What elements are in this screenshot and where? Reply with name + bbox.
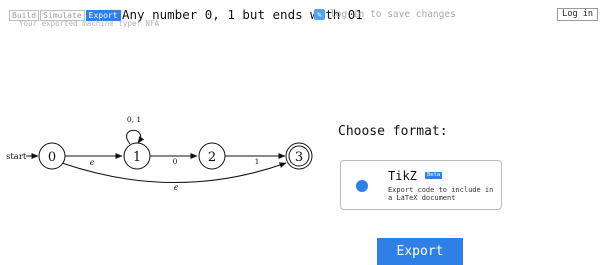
transition-0-3-label: ϵ <box>174 183 179 192</box>
beta-badge: Beta <box>425 172 443 179</box>
format-description: Export code to include in a LaTeX docume… <box>388 186 494 202</box>
transition-1-1-label: 0, 1 <box>127 115 141 124</box>
pencil-icon[interactable]: ✎ <box>314 9 325 20</box>
state-2: 2 <box>198 142 226 170</box>
state-2-label: 2 <box>208 150 216 165</box>
format-name: TikZ <box>388 169 417 183</box>
transition-1-2-label: 0 <box>173 157 178 166</box>
login-button[interactable]: Log in <box>557 8 598 21</box>
save-hint: log in to save changes <box>330 9 456 20</box>
automaton-diagram: start ϵ 0, 1 0 1 ϵ 0 1 2 3 <box>6 115 313 192</box>
state-1: 1 <box>123 142 151 170</box>
transition-1-1-loop <box>126 129 145 145</box>
state-1-label: 1 <box>133 150 141 165</box>
state-0: 0 <box>38 142 66 170</box>
transition-2-3-label: 1 <box>255 157 260 166</box>
state-0-label: 0 <box>48 150 56 165</box>
state-3-accepting: 3 <box>285 142 313 170</box>
radio-selected-icon[interactable] <box>356 180 368 192</box>
machine-type-subtitle: Your exported machine type: NFA <box>19 19 159 28</box>
choose-format-heading: Choose format: <box>338 124 448 139</box>
format-option-tikz[interactable]: TikZ Beta Export code to include in a La… <box>340 160 502 210</box>
start-label: start <box>6 152 27 162</box>
state-3-label: 3 <box>295 150 303 165</box>
transition-0-1-label: ϵ <box>90 158 95 167</box>
export-button[interactable]: Export <box>377 238 463 265</box>
